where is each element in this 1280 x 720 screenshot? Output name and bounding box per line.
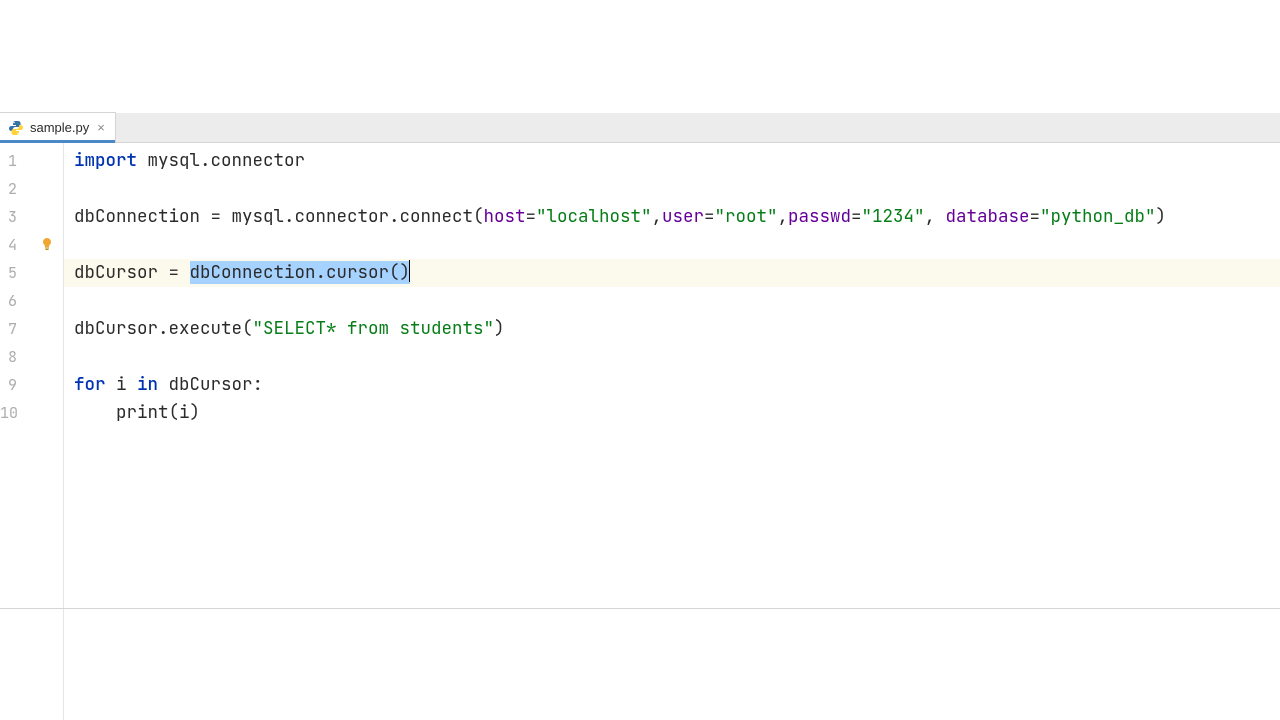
string-literal: "localhost" bbox=[536, 205, 652, 228]
code-text: , bbox=[778, 205, 789, 228]
code-text: ) bbox=[1156, 205, 1167, 228]
code-text: = bbox=[704, 205, 715, 228]
string-literal: "python_db" bbox=[1040, 205, 1156, 228]
caret-icon bbox=[409, 260, 410, 282]
code-line[interactable] bbox=[64, 343, 1280, 371]
line-number: 2 bbox=[0, 175, 63, 203]
code-line[interactable] bbox=[64, 231, 1280, 259]
code-line[interactable] bbox=[64, 287, 1280, 315]
code-line[interactable]: for i in dbCursor: bbox=[64, 371, 1280, 399]
line-number: 10 bbox=[0, 399, 63, 427]
code-area[interactable]: import mysql.connector dbConnection = my… bbox=[64, 143, 1280, 720]
code-text: = bbox=[1030, 205, 1041, 228]
close-tab-icon[interactable]: × bbox=[97, 121, 105, 134]
selected-text: dbConnection.cursor() bbox=[190, 261, 411, 284]
line-number: 3 bbox=[0, 203, 63, 231]
line-number: 6 bbox=[0, 287, 63, 315]
code-text: dbConnection = mysql.connector.connect( bbox=[74, 205, 484, 228]
param-database: database bbox=[946, 205, 1030, 228]
code-line[interactable]: print(i) bbox=[64, 399, 1280, 427]
divider bbox=[0, 608, 1280, 609]
top-blank-area bbox=[0, 0, 1280, 113]
line-number: 7 bbox=[0, 315, 63, 343]
code-text: , bbox=[925, 205, 946, 228]
code-text: dbCursor.execute( bbox=[74, 317, 253, 340]
gutter: 1 2 3 4 5 6 7 8 9 10 bbox=[0, 143, 64, 720]
code-line[interactable] bbox=[64, 175, 1280, 203]
keyword-import: import bbox=[74, 149, 137, 172]
code-text: dbCursor = bbox=[74, 261, 190, 284]
python-file-icon bbox=[8, 120, 24, 136]
param-host: host bbox=[484, 205, 526, 228]
line-number: 9 bbox=[0, 371, 63, 399]
code-text: ) bbox=[494, 317, 505, 340]
code-editor[interactable]: 1 2 3 4 5 6 7 8 9 10 import mysql.connec… bbox=[0, 143, 1280, 720]
line-number: 8 bbox=[0, 343, 63, 371]
string-literal: "root" bbox=[715, 205, 778, 228]
file-tab-sample-py[interactable]: sample.py × bbox=[0, 112, 116, 142]
code-line[interactable]: import mysql.connector bbox=[64, 147, 1280, 175]
param-passwd: passwd bbox=[788, 205, 851, 228]
code-text: mysql.connector bbox=[137, 149, 305, 172]
editor-tab-bar: sample.py × bbox=[0, 113, 1280, 143]
code-line-current[interactable]: dbCursor = dbConnection.cursor() bbox=[64, 259, 1280, 287]
code-text: (i) bbox=[169, 401, 201, 424]
code-text: print bbox=[116, 401, 169, 424]
code-text: = bbox=[526, 205, 537, 228]
code-line[interactable]: dbConnection = mysql.connector.connect(h… bbox=[64, 203, 1280, 231]
code-text: , bbox=[652, 205, 663, 228]
string-literal: "SELECT* from students" bbox=[253, 317, 495, 340]
code-line[interactable]: dbCursor.execute("SELECT* from students"… bbox=[64, 315, 1280, 343]
line-number: 5 bbox=[0, 259, 63, 287]
code-text: dbCursor: bbox=[158, 373, 263, 396]
code-text: i bbox=[106, 373, 138, 396]
keyword-for: for bbox=[74, 373, 106, 396]
param-user: user bbox=[662, 205, 704, 228]
string-literal: "1234" bbox=[862, 205, 925, 228]
code-text bbox=[74, 401, 116, 424]
intention-bulb-icon[interactable] bbox=[38, 235, 56, 253]
line-number: 1 bbox=[0, 147, 63, 175]
tab-label: sample.py bbox=[30, 120, 89, 135]
code-text: = bbox=[851, 205, 862, 228]
keyword-in: in bbox=[137, 373, 158, 396]
